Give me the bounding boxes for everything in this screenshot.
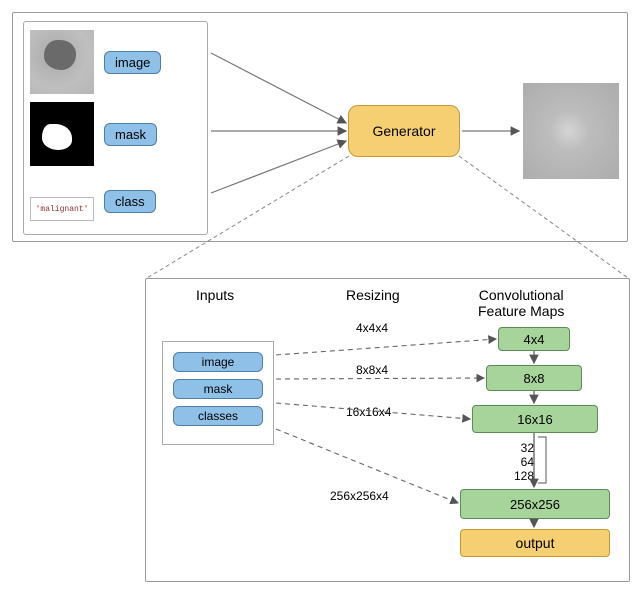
- dim-16: 16x16x4: [346, 405, 391, 419]
- top-panel: image mask 'malignant' class Generator: [12, 12, 628, 242]
- dim-256: 256x256x4: [330, 489, 389, 503]
- output-label: output: [516, 535, 555, 551]
- fmap-4: 4x4: [498, 327, 570, 351]
- fmap-256-label: 256x256: [510, 497, 560, 512]
- pill-class: class: [104, 190, 156, 213]
- fmap-16: 16x16: [472, 405, 598, 433]
- mini-pill-image: image: [173, 352, 263, 372]
- fmap-8: 8x8: [486, 365, 582, 391]
- input-class-textbox: 'malignant': [30, 197, 94, 221]
- input-mask-thumb: [30, 102, 94, 166]
- dim-8: 8x8x4: [356, 363, 388, 377]
- hidden-64: 64: [504, 455, 534, 469]
- inputs-box: image mask 'malignant' class: [23, 21, 208, 235]
- input-row-mask: mask: [30, 102, 203, 166]
- generator-label: Generator: [372, 123, 435, 139]
- input-row-class: 'malignant' class: [30, 174, 203, 228]
- fmap-4-label: 4x4: [524, 332, 545, 347]
- mini-pill-mask: mask: [173, 379, 263, 399]
- input-row-image: image: [30, 30, 203, 94]
- hdr-convmaps: Convolutional Feature Maps: [478, 287, 564, 319]
- output-image-thumb: [523, 83, 619, 179]
- mini-inputs-box: image mask classes: [162, 341, 274, 445]
- generator-box: Generator: [348, 105, 460, 157]
- fmap-8-label: 8x8: [524, 371, 545, 386]
- fmap-16-label: 16x16: [517, 412, 552, 427]
- input-image-thumb: [30, 30, 94, 94]
- fmap-256: 256x256: [460, 489, 610, 519]
- pill-mask: mask: [104, 123, 157, 146]
- dim-4: 4x4x4: [356, 321, 388, 335]
- mask-blob: [42, 124, 72, 150]
- hdr-inputs: Inputs: [196, 287, 234, 303]
- hdr-resizing: Resizing: [346, 287, 400, 303]
- hidden-32: 32: [504, 441, 534, 455]
- hidden-128: 128: [498, 469, 534, 483]
- output-box: output: [460, 529, 610, 557]
- mini-pill-classes: classes: [173, 406, 263, 426]
- bottom-panel: Inputs Resizing Convolutional Feature Ma…: [145, 278, 630, 582]
- pill-image: image: [104, 51, 161, 74]
- lesion-blob: [44, 40, 76, 70]
